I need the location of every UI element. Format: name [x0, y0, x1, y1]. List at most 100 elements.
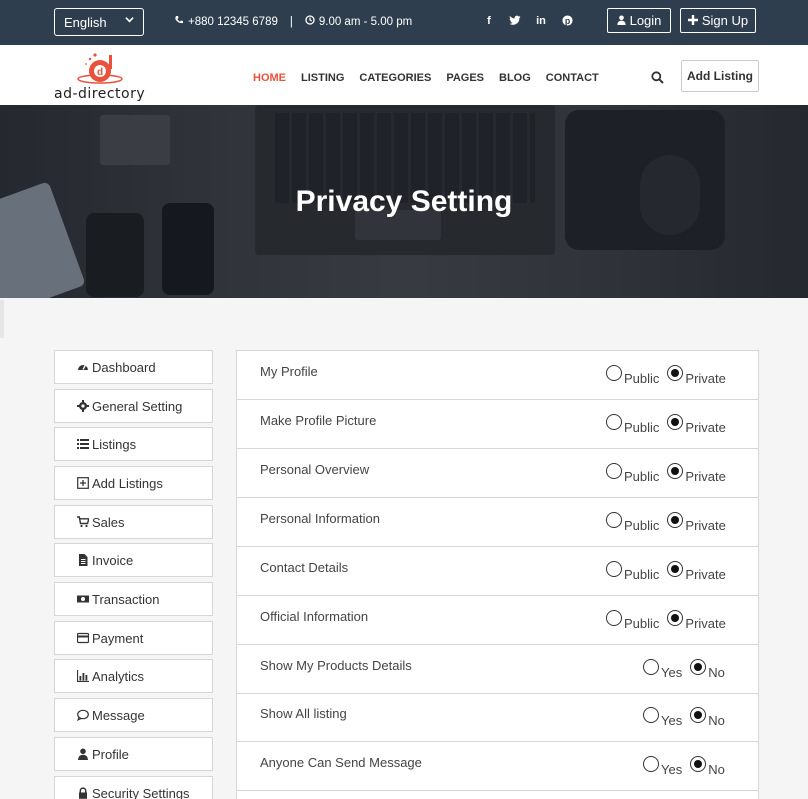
private-radio[interactable]: Private [667, 462, 726, 484]
radio-checked-icon[interactable] [690, 706, 707, 723]
no-radio[interactable]: No [690, 658, 725, 680]
no-radio[interactable]: No [690, 706, 725, 728]
site-logo[interactable]: d ad-directory [54, 49, 154, 103]
clock-icon [305, 15, 315, 28]
radio-checked-icon[interactable] [667, 511, 684, 528]
radio-checked-icon[interactable] [690, 755, 707, 772]
radio-checked-icon[interactable] [667, 364, 684, 381]
radio-icon[interactable] [643, 658, 659, 675]
sidebar-item-label: Sales [92, 514, 125, 530]
privacy-settings-panel: My Profile Public Private Make Profile P… [236, 350, 759, 799]
private-radio[interactable]: Private [667, 364, 726, 386]
public-radio[interactable]: Public [606, 462, 659, 484]
privacy-options: Public Private [606, 609, 726, 631]
lock-icon [79, 787, 87, 799]
sidebar-item-label: Message [92, 707, 145, 723]
sidebar-item-sales[interactable]: Sales [54, 505, 213, 539]
sidebar-item-payment[interactable]: Payment [54, 621, 213, 655]
private-radio[interactable]: Private [667, 560, 726, 582]
yes-radio[interactable]: Yes [643, 658, 682, 680]
privacy-row-label: Show My Products Details [260, 658, 412, 673]
sidebar-item-general-setting[interactable]: General Setting [54, 389, 213, 423]
radio-icon[interactable] [606, 413, 622, 430]
list-icon [77, 439, 89, 449]
public-radio[interactable]: Public [606, 609, 659, 631]
logo-mark-icon: d [77, 53, 123, 84]
radio-icon[interactable] [606, 462, 622, 479]
public-radio[interactable]: Public [606, 560, 659, 582]
radio-checked-icon[interactable] [667, 560, 684, 577]
sidebar-item-label: Add Listings [92, 475, 163, 491]
sidebar-item-message[interactable]: Message [54, 698, 213, 732]
phone-icon [174, 15, 184, 28]
sidebar-item-label: General Setting [92, 398, 183, 414]
sidebar-item-label: Listings [92, 436, 137, 452]
language-select[interactable]: English [54, 8, 144, 36]
plus-icon [687, 13, 698, 28]
privacy-row: Personal Overview Public Private [237, 449, 758, 498]
main-header: d ad-directory HOME LISTING CATEGORIES P… [0, 45, 808, 105]
privacy-row: Contact Details Public Private [237, 547, 758, 596]
sidebar-item-listings[interactable]: Listings [54, 427, 213, 461]
privacy-row-label: Official Information [260, 609, 369, 624]
side-tab [0, 300, 4, 338]
radio-icon[interactable] [643, 706, 659, 723]
nav-item-categories[interactable]: CATEGORIES [359, 72, 431, 84]
nav-item-home[interactable]: HOME [253, 72, 286, 84]
sidebar-item-profile[interactable]: Profile [54, 737, 213, 771]
private-radio[interactable]: Private [667, 413, 726, 435]
private-radio[interactable]: Private [667, 609, 726, 631]
login-label: Login [629, 13, 662, 28]
sidebar-item-dashboard[interactable]: Dashboard [54, 350, 213, 384]
sidebar-item-transaction[interactable]: Transaction [54, 582, 213, 616]
sidebar-item-invoice[interactable]: Invoice [54, 543, 213, 577]
pinterest-icon[interactable]: p [561, 15, 573, 29]
radio-icon[interactable] [606, 364, 622, 381]
main-nav: HOME LISTING CATEGORIES PAGES BLOG CONTA… [253, 72, 599, 84]
credit-card-icon [77, 632, 89, 644]
public-radio[interactable]: Public [606, 413, 659, 435]
public-radio[interactable]: Public [606, 511, 659, 533]
sidebar-item-security-settings[interactable]: Security Settings [54, 776, 213, 799]
nav-item-blog[interactable]: BLOG [499, 72, 531, 84]
privacy-options: Public Private [606, 364, 726, 386]
nav-item-listing[interactable]: LISTING [301, 72, 344, 84]
radio-checked-icon[interactable] [667, 413, 684, 430]
twitter-icon[interactable] [509, 15, 521, 29]
yes-radio[interactable]: Yes [643, 706, 682, 728]
chevron-down-icon [125, 15, 134, 27]
radio-icon[interactable] [606, 560, 622, 577]
no-radio[interactable]: No [690, 755, 725, 777]
privacy-row: Make Profile Picture Public Private [237, 400, 758, 449]
yes-radio[interactable]: Yes [643, 755, 682, 777]
add-listing-button[interactable]: Add Listing [681, 60, 759, 92]
private-radio[interactable]: Private [667, 511, 726, 533]
sidebar-item-analytics[interactable]: Analytics [54, 659, 213, 693]
privacy-row: Official Information Public Private [237, 596, 758, 645]
gear-icon [77, 400, 89, 412]
public-radio[interactable]: Public [606, 364, 659, 386]
sidebar-item-label: Profile [92, 746, 129, 762]
privacy-options: Public Private [606, 560, 726, 582]
login-button[interactable]: Login [607, 8, 671, 33]
social-links: f in p [483, 15, 573, 29]
privacy-row-label: Contact Details [260, 560, 349, 575]
sidebar-item-add-listings[interactable]: Add Listings [54, 466, 213, 500]
signup-button[interactable]: Sign Up [680, 8, 756, 33]
radio-icon[interactable] [606, 511, 622, 528]
page-banner: Privacy Setting [0, 105, 808, 298]
facebook-icon[interactable]: f [483, 15, 495, 29]
radio-icon[interactable] [606, 609, 622, 626]
search-icon[interactable] [651, 71, 664, 84]
radio-checked-icon[interactable] [667, 462, 684, 479]
radio-checked-icon[interactable] [667, 609, 684, 626]
comment-icon [77, 709, 89, 721]
privacy-options: Public Private [606, 462, 726, 484]
privacy-options: Yes No [643, 706, 725, 728]
nav-item-contact[interactable]: CONTACT [546, 72, 599, 84]
contact-info: +880 12345 6789 | 9.00 am - 5.00 pm [174, 15, 412, 28]
nav-item-pages[interactable]: PAGES [446, 72, 484, 84]
linkedin-icon[interactable]: in [535, 15, 547, 29]
radio-checked-icon[interactable] [690, 658, 707, 675]
radio-icon[interactable] [643, 755, 659, 772]
